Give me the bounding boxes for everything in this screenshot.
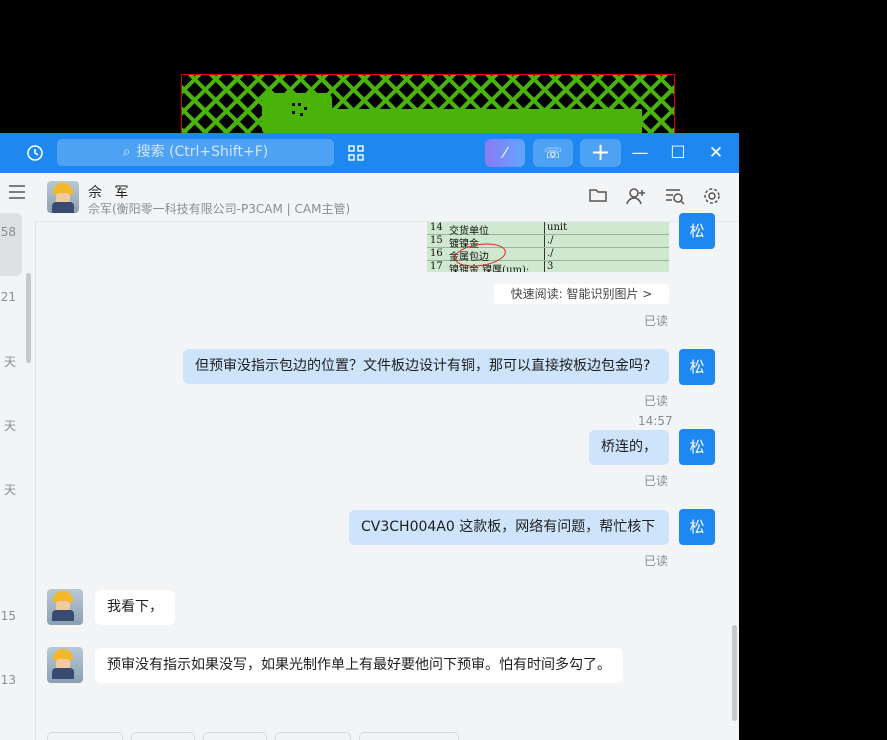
conversation-time: 15 <box>0 609 16 623</box>
quick-reply-chip[interactable] <box>275 732 351 740</box>
conversation-list: 58 21 天 天 天 15 13 <box>0 173 36 740</box>
quick-read-label: 快速阅读: 智能识别图片 > <box>510 287 653 301</box>
gear-icon[interactable] <box>703 187 721 210</box>
message-bubble[interactable]: 桥连的， <box>589 430 669 465</box>
my-avatar[interactable]: 松 <box>679 429 715 465</box>
add-button[interactable]: + <box>580 139 621 167</box>
conversation-scrollbar[interactable] <box>26 273 31 363</box>
phone-icon: ☏ <box>543 144 563 162</box>
contact-subtitle: 佘军(衡阳零一科技有限公司-P3CAM | CAM主管) <box>88 202 351 216</box>
chat-header: 佘 军 佘军(衡阳零一科技有限公司-P3CAM | CAM主管) <box>35 173 739 222</box>
menu-icon[interactable] <box>9 185 25 203</box>
contact-avatar[interactable] <box>47 589 83 625</box>
magic-wand-icon: ⁄ <box>503 144 507 162</box>
read-status: 已读 <box>644 314 669 328</box>
pcb-background-image <box>181 74 675 134</box>
image-message[interactable]: 14 交货单位 unit 15 镀镍金 ./ 16 金属包边 ./ 17 镍镀金 镍厚(um)… <box>427 222 669 272</box>
conversation-time: 天 <box>3 483 16 497</box>
pcb-via <box>292 103 295 106</box>
message-scrollbar[interactable] <box>732 625 737 721</box>
message-bubble[interactable]: 预审没有指示如果没写，如果光制作单上有最好要他问下预审。怕有时间多勾了。 <box>95 648 623 683</box>
my-avatar[interactable]: 松 <box>679 509 715 545</box>
conversation-time: 天 <box>3 355 16 369</box>
my-avatar[interactable]: 松 <box>679 213 715 249</box>
quick-reply-chip[interactable] <box>359 732 459 740</box>
message-bubble[interactable]: CV3CH004A0 这款板，网络有问题，帮忙核下 <box>349 510 669 545</box>
conversation-item-selected[interactable] <box>0 213 22 276</box>
contact-avatar[interactable] <box>47 647 83 683</box>
table-row: 14 交货单位 unit <box>427 222 669 237</box>
table-row: 15 镀镍金 ./ <box>427 235 669 250</box>
title-bar: ⌕ 搜索 (Ctrl+Shift+F) ⁄ ☏ + — ☐ ✕ <box>0 133 739 173</box>
ai-assistant-button[interactable]: ⁄ <box>485 139 525 167</box>
search-placeholder: 搜索 (Ctrl+Shift+F) <box>136 144 269 160</box>
folder-icon[interactable] <box>589 187 607 208</box>
conversation-time: 21 <box>0 290 16 304</box>
chat-window: ⌕ 搜索 (Ctrl+Shift+F) ⁄ ☏ + — ☐ ✕ 58 21 天 天… <box>0 133 739 740</box>
read-status: 已读 <box>644 554 669 568</box>
message-list: 14 交货单位 unit 15 镀镍金 ./ 16 金属包边 ./ 17 镍镀金 镍厚(um)… <box>35 213 739 740</box>
search-input[interactable]: ⌕ 搜索 (Ctrl+Shift+F) <box>57 139 334 166</box>
call-button[interactable]: ☏ <box>533 139 573 167</box>
minimize-button[interactable]: — <box>622 133 658 173</box>
history-icon[interactable] <box>24 133 46 177</box>
message-bubble[interactable]: 但预审没指示包边的位置？文件板边设计有铜，那可以直接按板边包金吗? <box>183 349 669 384</box>
read-status: 已读 <box>644 474 669 488</box>
my-avatar[interactable]: 松 <box>679 349 715 385</box>
quick-read-button[interactable]: 快速阅读: 智能识别图片 > <box>494 284 669 304</box>
pcb-via <box>304 107 307 110</box>
conversation-time: 58 <box>0 225 16 239</box>
contact-avatar[interactable] <box>47 181 79 213</box>
pcb-via <box>292 111 295 114</box>
pcb-pad <box>262 93 332 133</box>
maximize-button[interactable]: ☐ <box>660 133 696 173</box>
quick-reply-chip[interactable] <box>47 732 123 740</box>
conversation-time: 13 <box>0 673 16 687</box>
contact-name: 佘 军 <box>88 185 133 201</box>
pcb-via <box>298 103 301 106</box>
add-member-icon[interactable] <box>626 187 646 210</box>
close-button[interactable]: ✕ <box>698 133 734 173</box>
message-bubble[interactable]: 我看下， <box>95 590 175 625</box>
search-icon: ⌕ <box>122 144 131 160</box>
pcb-via <box>300 113 303 116</box>
pcb-pad <box>332 109 642 133</box>
read-status: 已读 <box>644 394 669 408</box>
quick-reply-chip[interactable] <box>131 732 195 740</box>
search-history-icon[interactable] <box>665 187 685 210</box>
apps-grid-icon[interactable] <box>346 133 366 176</box>
message-time: 14:57 <box>638 414 673 428</box>
quick-reply-chip[interactable] <box>203 732 267 740</box>
conversation-time: 天 <box>3 419 16 433</box>
